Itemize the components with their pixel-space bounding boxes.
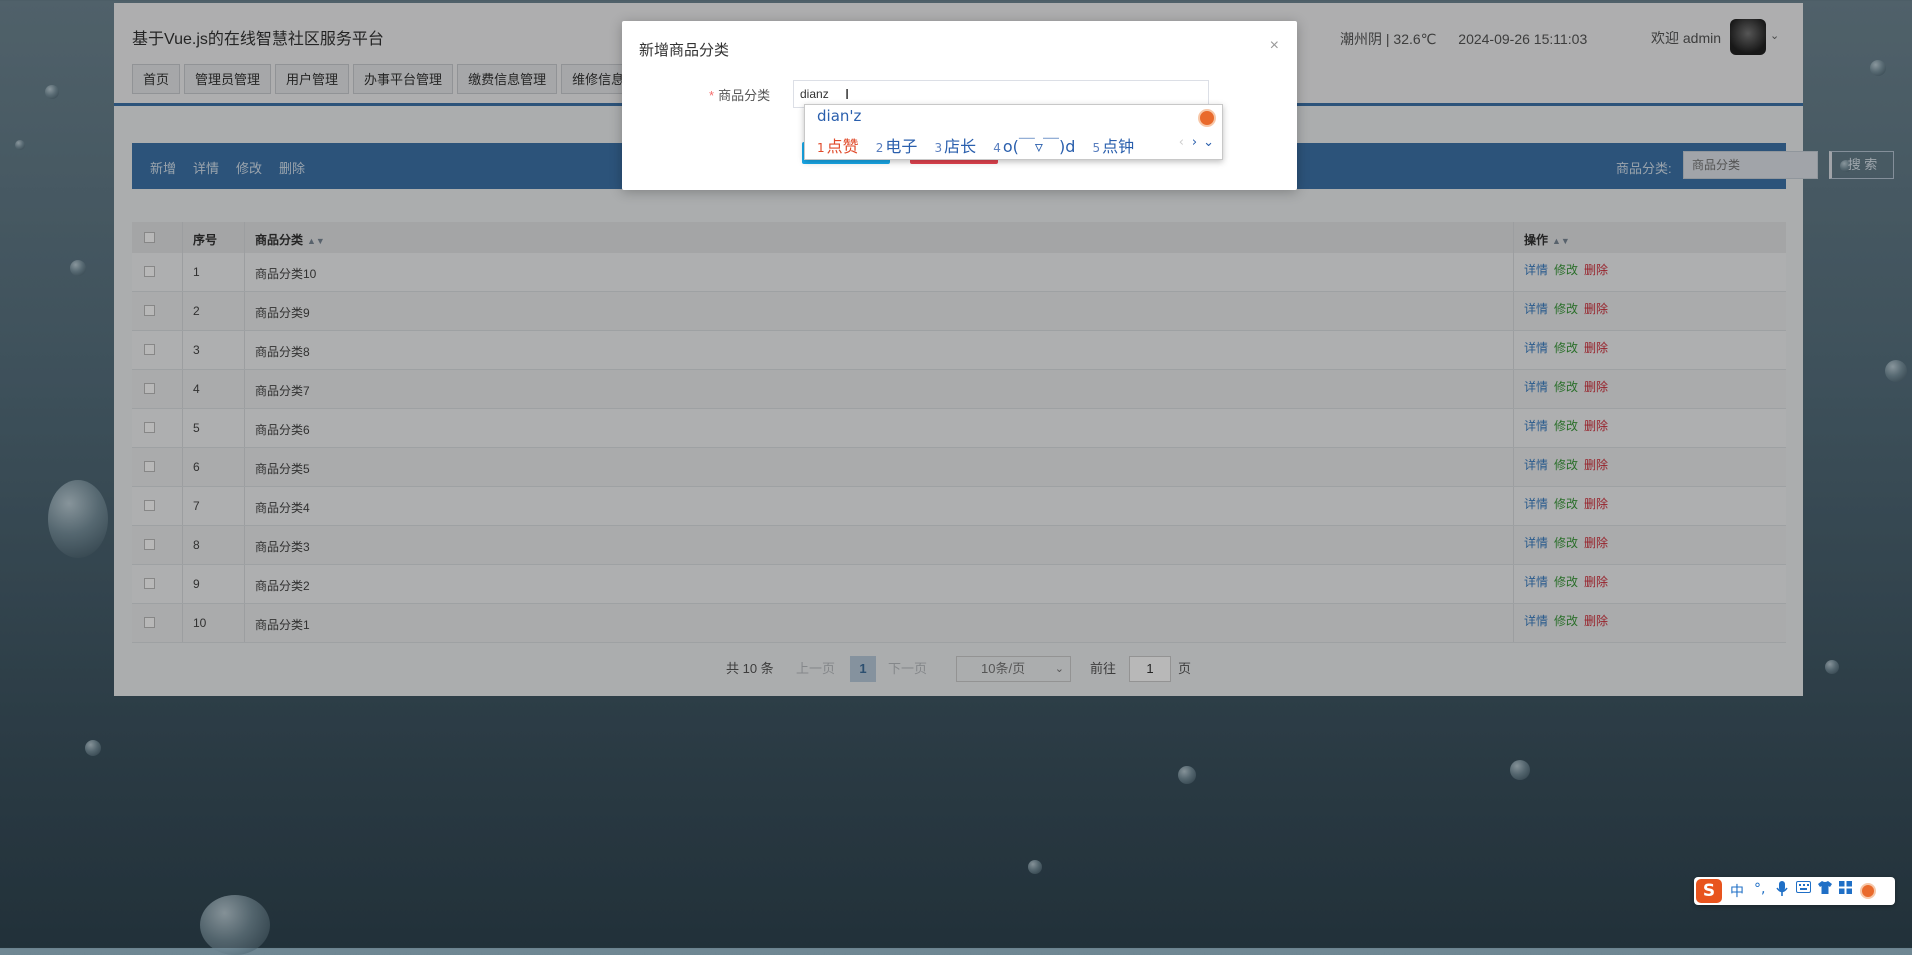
skin-shirt-icon[interactable] (1818, 881, 1832, 898)
microphone-icon[interactable] (1776, 881, 1788, 900)
text-cursor-icon: I (845, 86, 850, 103)
category-field-label: * 商品分类 (709, 85, 770, 104)
ime-logo-icon[interactable] (1198, 109, 1216, 127)
required-mark: * (709, 88, 715, 103)
ime-mascot-icon[interactable] (1860, 883, 1876, 899)
ime-expand-icon[interactable]: ⌄ (1203, 135, 1214, 150)
close-icon[interactable]: × (1270, 37, 1279, 55)
ime-candidates: 1 点赞 2 电子 3 店长 4 o(￣▿￣)d 5 点钟 (817, 133, 1146, 157)
ime-next-icon[interactable]: › (1192, 135, 1197, 150)
ime-toolbar: S 中 °, (1694, 877, 1895, 905)
ime-candidate[interactable]: 4 o(￣▿￣)d (993, 137, 1075, 156)
ime-nav: ‹ › ⌄ (1179, 135, 1214, 150)
ime-composition: dian'z (817, 107, 862, 125)
category-field-label-text: 商品分类 (718, 88, 771, 103)
sogou-logo-icon[interactable]: S (1696, 879, 1722, 903)
ime-candidate[interactable]: 2 电子 (876, 137, 918, 156)
ime-punctuation-toggle[interactable]: °, (1754, 881, 1765, 897)
toolbox-grid-icon[interactable] (1839, 881, 1852, 898)
ime-candidate[interactable]: 3 店长 (935, 137, 977, 156)
ime-candidate[interactable]: 5 点钟 (1092, 137, 1134, 156)
ime-prev-icon[interactable]: ‹ (1179, 135, 1184, 150)
dialog-title: 新增商品分类 (639, 42, 730, 59)
keyboard-icon[interactable] (1796, 881, 1811, 897)
ime-candidate[interactable]: 1 点赞 (817, 137, 859, 156)
ime-candidate-popup: dian'z 1 点赞 2 电子 3 店长 4 o(￣▿￣)d 5 点钟 ‹ › ⌄ (804, 104, 1223, 160)
ime-mode-toggle[interactable]: 中 (1730, 881, 1744, 901)
